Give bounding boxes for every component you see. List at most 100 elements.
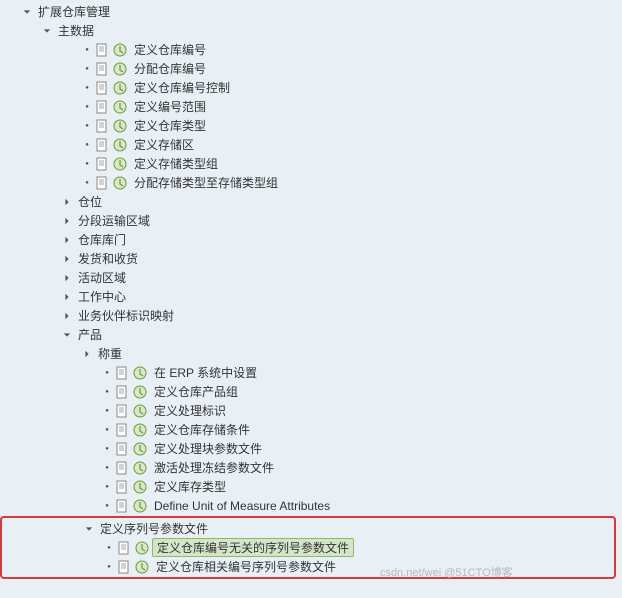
node-label: 仓库库门 bbox=[74, 231, 126, 248]
node-label: 发货和收货 bbox=[74, 250, 138, 267]
tree-leaf[interactable]: ●定义库存类型 bbox=[0, 477, 622, 496]
chevron-right-icon[interactable] bbox=[60, 309, 74, 323]
tree-node-collapsed[interactable]: 发货和收货 bbox=[0, 249, 622, 268]
execute-icon[interactable] bbox=[112, 175, 128, 191]
node-label: 主数据 bbox=[54, 22, 94, 39]
tree-leaf-selected[interactable]: ● 定义仓库编号无关的序列号参数文件 bbox=[2, 538, 614, 557]
execute-icon[interactable] bbox=[132, 479, 148, 495]
tree-leaf[interactable]: ● 定义编号范围 bbox=[0, 97, 622, 116]
bullet-icon: ● bbox=[80, 100, 94, 114]
bullet-icon: ● bbox=[80, 43, 94, 57]
tree-leaf[interactable]: ●定义仓库产品组 bbox=[0, 382, 622, 401]
tree-leaf[interactable]: ● Define Unit of Measure Attributes bbox=[0, 496, 622, 515]
tree-leaf[interactable]: ● 分配存储类型至存储类型组 bbox=[0, 173, 622, 192]
chevron-right-icon[interactable] bbox=[60, 233, 74, 247]
document-icon bbox=[94, 99, 110, 115]
execute-icon[interactable] bbox=[112, 61, 128, 77]
tree-node-collapsed[interactable]: 工作中心 bbox=[0, 287, 622, 306]
bullet-icon: ● bbox=[80, 81, 94, 95]
bullet-icon: ● bbox=[100, 442, 114, 456]
node-label: Define Unit of Measure Attributes bbox=[150, 499, 330, 513]
bullet-icon: ● bbox=[80, 62, 94, 76]
chevron-right-icon[interactable] bbox=[60, 271, 74, 285]
tree-leaf[interactable]: ● 定义存储区 bbox=[0, 135, 622, 154]
execute-icon[interactable] bbox=[112, 156, 128, 172]
document-icon bbox=[94, 175, 110, 191]
node-label: 定义处理标识 bbox=[150, 402, 226, 419]
document-icon bbox=[114, 365, 130, 381]
tree-leaf[interactable]: ●分配仓库编号 bbox=[0, 59, 622, 78]
document-icon bbox=[94, 137, 110, 153]
execute-icon[interactable] bbox=[112, 137, 128, 153]
execute-icon[interactable] bbox=[134, 559, 150, 575]
document-icon bbox=[94, 61, 110, 77]
chevron-down-icon[interactable] bbox=[82, 522, 96, 536]
execute-icon[interactable] bbox=[112, 42, 128, 58]
node-label: 定义编号范围 bbox=[130, 98, 206, 115]
node-label: 业务伙伴标识映射 bbox=[74, 307, 174, 324]
node-label: 分配存储类型至存储类型组 bbox=[130, 174, 278, 191]
execute-icon[interactable] bbox=[132, 365, 148, 381]
execute-icon[interactable] bbox=[132, 422, 148, 438]
bullet-icon: ● bbox=[80, 176, 94, 190]
node-label: 分段运输区域 bbox=[74, 212, 150, 229]
tree-node-collapsed[interactable]: 分段运输区域 bbox=[0, 211, 622, 230]
node-label: 定义存储区 bbox=[130, 136, 194, 153]
node-label: 产品 bbox=[74, 326, 102, 343]
config-tree: 扩展仓库管理 主数据 ●定义仓库编号●分配仓库编号●定义仓库编号控制●定义编号范… bbox=[0, 0, 622, 582]
chevron-right-icon[interactable] bbox=[80, 347, 94, 361]
execute-icon[interactable] bbox=[112, 80, 128, 96]
tree-node-collapsed[interactable]: 业务伙伴标识映射 bbox=[0, 306, 622, 325]
node-label: 工作中心 bbox=[74, 288, 126, 305]
chevron-right-icon[interactable] bbox=[60, 195, 74, 209]
execute-icon[interactable] bbox=[134, 540, 150, 556]
bullet-icon: ● bbox=[100, 499, 114, 513]
tree-node-root[interactable]: 扩展仓库管理 bbox=[0, 2, 622, 21]
bullet-icon: ● bbox=[100, 366, 114, 380]
document-icon bbox=[114, 498, 130, 514]
tree-node-collapsed[interactable]: 称重 bbox=[0, 344, 622, 363]
tree-leaf[interactable]: ●定义仓库类型 bbox=[0, 116, 622, 135]
execute-icon[interactable] bbox=[132, 498, 148, 514]
execute-icon[interactable] bbox=[132, 384, 148, 400]
tree-leaf[interactable]: ●定义仓库编号 bbox=[0, 40, 622, 59]
chevron-down-icon[interactable] bbox=[20, 5, 34, 19]
tree-leaf[interactable]: ●定义处理块参数文件 bbox=[0, 439, 622, 458]
tree-node-collapsed[interactable]: 仓库库门 bbox=[0, 230, 622, 249]
tree-leaf[interactable]: ● 定义处理标识 bbox=[0, 401, 622, 420]
chevron-right-icon[interactable] bbox=[60, 214, 74, 228]
node-label: 活动区域 bbox=[74, 269, 126, 286]
document-icon bbox=[116, 540, 132, 556]
chevron-down-icon[interactable] bbox=[60, 328, 74, 342]
tree-node-product[interactable]: 产品 bbox=[0, 325, 622, 344]
bullet-icon: ● bbox=[100, 461, 114, 475]
tree-leaf[interactable]: ●定义仓库编号控制 bbox=[0, 78, 622, 97]
tree-leaf[interactable]: ● 在 ERP 系统中设置 bbox=[0, 363, 622, 382]
execute-icon[interactable] bbox=[132, 403, 148, 419]
watermark: csdn.net/wei @51CTO博客 bbox=[380, 564, 622, 580]
document-icon bbox=[94, 80, 110, 96]
tree-node-collapsed[interactable]: 活动区域 bbox=[0, 268, 622, 287]
bullet-icon: ● bbox=[102, 541, 116, 555]
chevron-down-icon[interactable] bbox=[40, 24, 54, 38]
bullet-icon: ● bbox=[100, 404, 114, 418]
tree-node-serial[interactable]: 定义序列号参数文件 bbox=[2, 519, 614, 538]
node-label: 在 ERP 系统中设置 bbox=[150, 364, 257, 381]
node-label: 定义存储类型组 bbox=[130, 155, 218, 172]
node-label: 称重 bbox=[94, 345, 122, 362]
execute-icon[interactable] bbox=[132, 441, 148, 457]
chevron-right-icon[interactable] bbox=[60, 290, 74, 304]
tree-leaf[interactable]: ●定义存储类型组 bbox=[0, 154, 622, 173]
execute-icon[interactable] bbox=[112, 99, 128, 115]
bullet-icon: ● bbox=[80, 138, 94, 152]
chevron-right-icon[interactable] bbox=[60, 252, 74, 266]
document-icon bbox=[94, 42, 110, 58]
tree-leaf[interactable]: ●定义仓库存储条件 bbox=[0, 420, 622, 439]
document-icon bbox=[94, 156, 110, 172]
tree-node-master-data[interactable]: 主数据 bbox=[0, 21, 622, 40]
execute-icon[interactable] bbox=[132, 460, 148, 476]
document-icon bbox=[114, 460, 130, 476]
tree-leaf[interactable]: ●激活处理冻结参数文件 bbox=[0, 458, 622, 477]
tree-node-collapsed[interactable]: 仓位 bbox=[0, 192, 622, 211]
execute-icon[interactable] bbox=[112, 118, 128, 134]
